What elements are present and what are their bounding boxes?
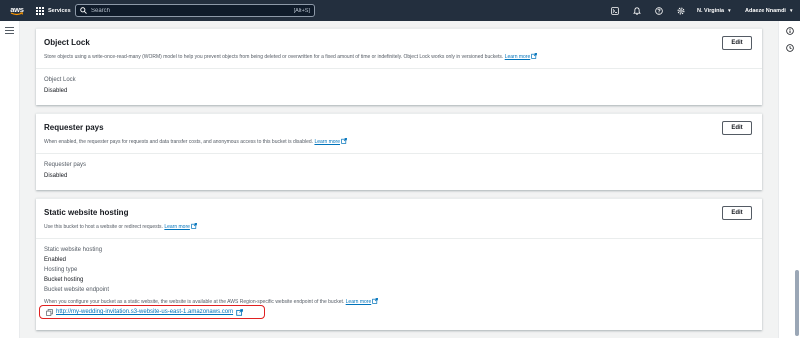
- left-rail: [0, 21, 20, 338]
- external-link-icon: [236, 308, 244, 316]
- endpoint-hint: When you configure your bucket as a stat…: [44, 298, 379, 305]
- endpoint-highlight: http://my-wedding-invitation.s3-website-…: [39, 305, 265, 319]
- aws-smile-icon: [10, 11, 24, 15]
- learn-more-link[interactable]: Learn more: [314, 139, 340, 145]
- requester-pays-edit-button[interactable]: Edit: [722, 121, 752, 135]
- object-lock-field-label: Object Lock: [44, 77, 76, 83]
- external-link-icon: [191, 223, 197, 229]
- learn-more-link[interactable]: Learn more: [505, 54, 531, 60]
- search-shortcut-hint: [Alt+S]: [293, 7, 310, 14]
- object-lock-panel: Object Lock Store objects using a write-…: [36, 28, 762, 105]
- object-lock-edit-button[interactable]: Edit: [722, 36, 752, 50]
- hosting-status-value: Enabled: [44, 257, 67, 263]
- region-selector[interactable]: N. Virginia ▼: [697, 0, 732, 21]
- static-hosting-title: Static website hosting: [44, 208, 129, 217]
- requester-pays-field-label: Requester pays: [44, 162, 87, 168]
- description-text: Use this bucket to host a website or red…: [44, 224, 163, 230]
- learn-more-link[interactable]: Learn more: [346, 299, 372, 305]
- nav-icon-group: [604, 0, 692, 21]
- help-icon[interactable]: [648, 0, 670, 21]
- search-bar[interactable]: [Alt+S]: [75, 4, 315, 17]
- object-lock-description: Store objects using a write-once-read-ma…: [44, 53, 538, 60]
- requester-pays-title: Requester pays: [44, 123, 104, 132]
- requester-pays-field-value: Disabled: [44, 173, 68, 179]
- account-name: Adaeze Nnamdi: [745, 7, 786, 14]
- hosting-status-label: Static website hosting: [44, 247, 103, 253]
- services-menu-button[interactable]: Services: [36, 0, 71, 21]
- menu-icon[interactable]: [5, 27, 14, 36]
- search-input[interactable]: [91, 7, 294, 14]
- copy-icon[interactable]: [46, 308, 53, 316]
- website-endpoint-link[interactable]: http://my-wedding-invitation.s3-website-…: [56, 309, 233, 315]
- services-grid-icon: [36, 6, 44, 15]
- static-hosting-header: Static website hosting Use this bucket t…: [36, 199, 762, 239]
- object-lock-header: Object Lock Store objects using a write-…: [36, 29, 762, 69]
- external-link-icon: [372, 298, 379, 304]
- hosting-type-label: Hosting type: [44, 267, 78, 273]
- bell-icon[interactable]: [626, 0, 648, 21]
- clock-icon[interactable]: [786, 44, 794, 52]
- region-label: N. Virginia: [697, 7, 725, 14]
- requester-pays-description: When enabled, the requester pays for req…: [44, 138, 347, 145]
- static-hosting-description: Use this bucket to host a website or red…: [44, 223, 197, 230]
- learn-more-link[interactable]: Learn more: [164, 224, 190, 230]
- external-link-icon: [531, 53, 538, 59]
- requester-pays-header: Requester pays When enabled, the request…: [36, 114, 762, 154]
- search-icon: [80, 7, 87, 14]
- aws-logo[interactable]: aws: [4, 0, 30, 21]
- description-text: When enabled, the requester pays for req…: [44, 139, 314, 145]
- services-label: Services: [48, 7, 71, 14]
- info-icon[interactable]: [786, 27, 794, 35]
- static-website-hosting-panel: Static website hosting Use this bucket t…: [36, 198, 762, 330]
- external-link-icon: [341, 138, 347, 144]
- caret-down-icon: ▼: [788, 8, 794, 13]
- cloudshell-icon[interactable]: [604, 0, 626, 21]
- page-scrollbar[interactable]: [795, 270, 799, 336]
- description-text: Store objects using a write-once-read-ma…: [44, 54, 504, 60]
- account-menu[interactable]: Adaeze Nnamdi ▼: [745, 0, 793, 21]
- hosting-type-value: Bucket hosting: [44, 277, 84, 283]
- top-navigation: aws Services [Alt+S] N. Virginia▼ Adaeze…: [0, 0, 800, 21]
- static-hosting-edit-button[interactable]: Edit: [722, 206, 752, 220]
- object-lock-field-value: Disabled: [44, 88, 68, 94]
- object-lock-title: Object Lock: [44, 38, 90, 47]
- gear-icon[interactable]: [670, 0, 692, 21]
- requester-pays-panel: Requester pays When enabled, the request…: [36, 113, 762, 190]
- endpoint-label: Bucket website endpoint: [44, 287, 110, 293]
- caret-down-icon: ▼: [727, 8, 732, 13]
